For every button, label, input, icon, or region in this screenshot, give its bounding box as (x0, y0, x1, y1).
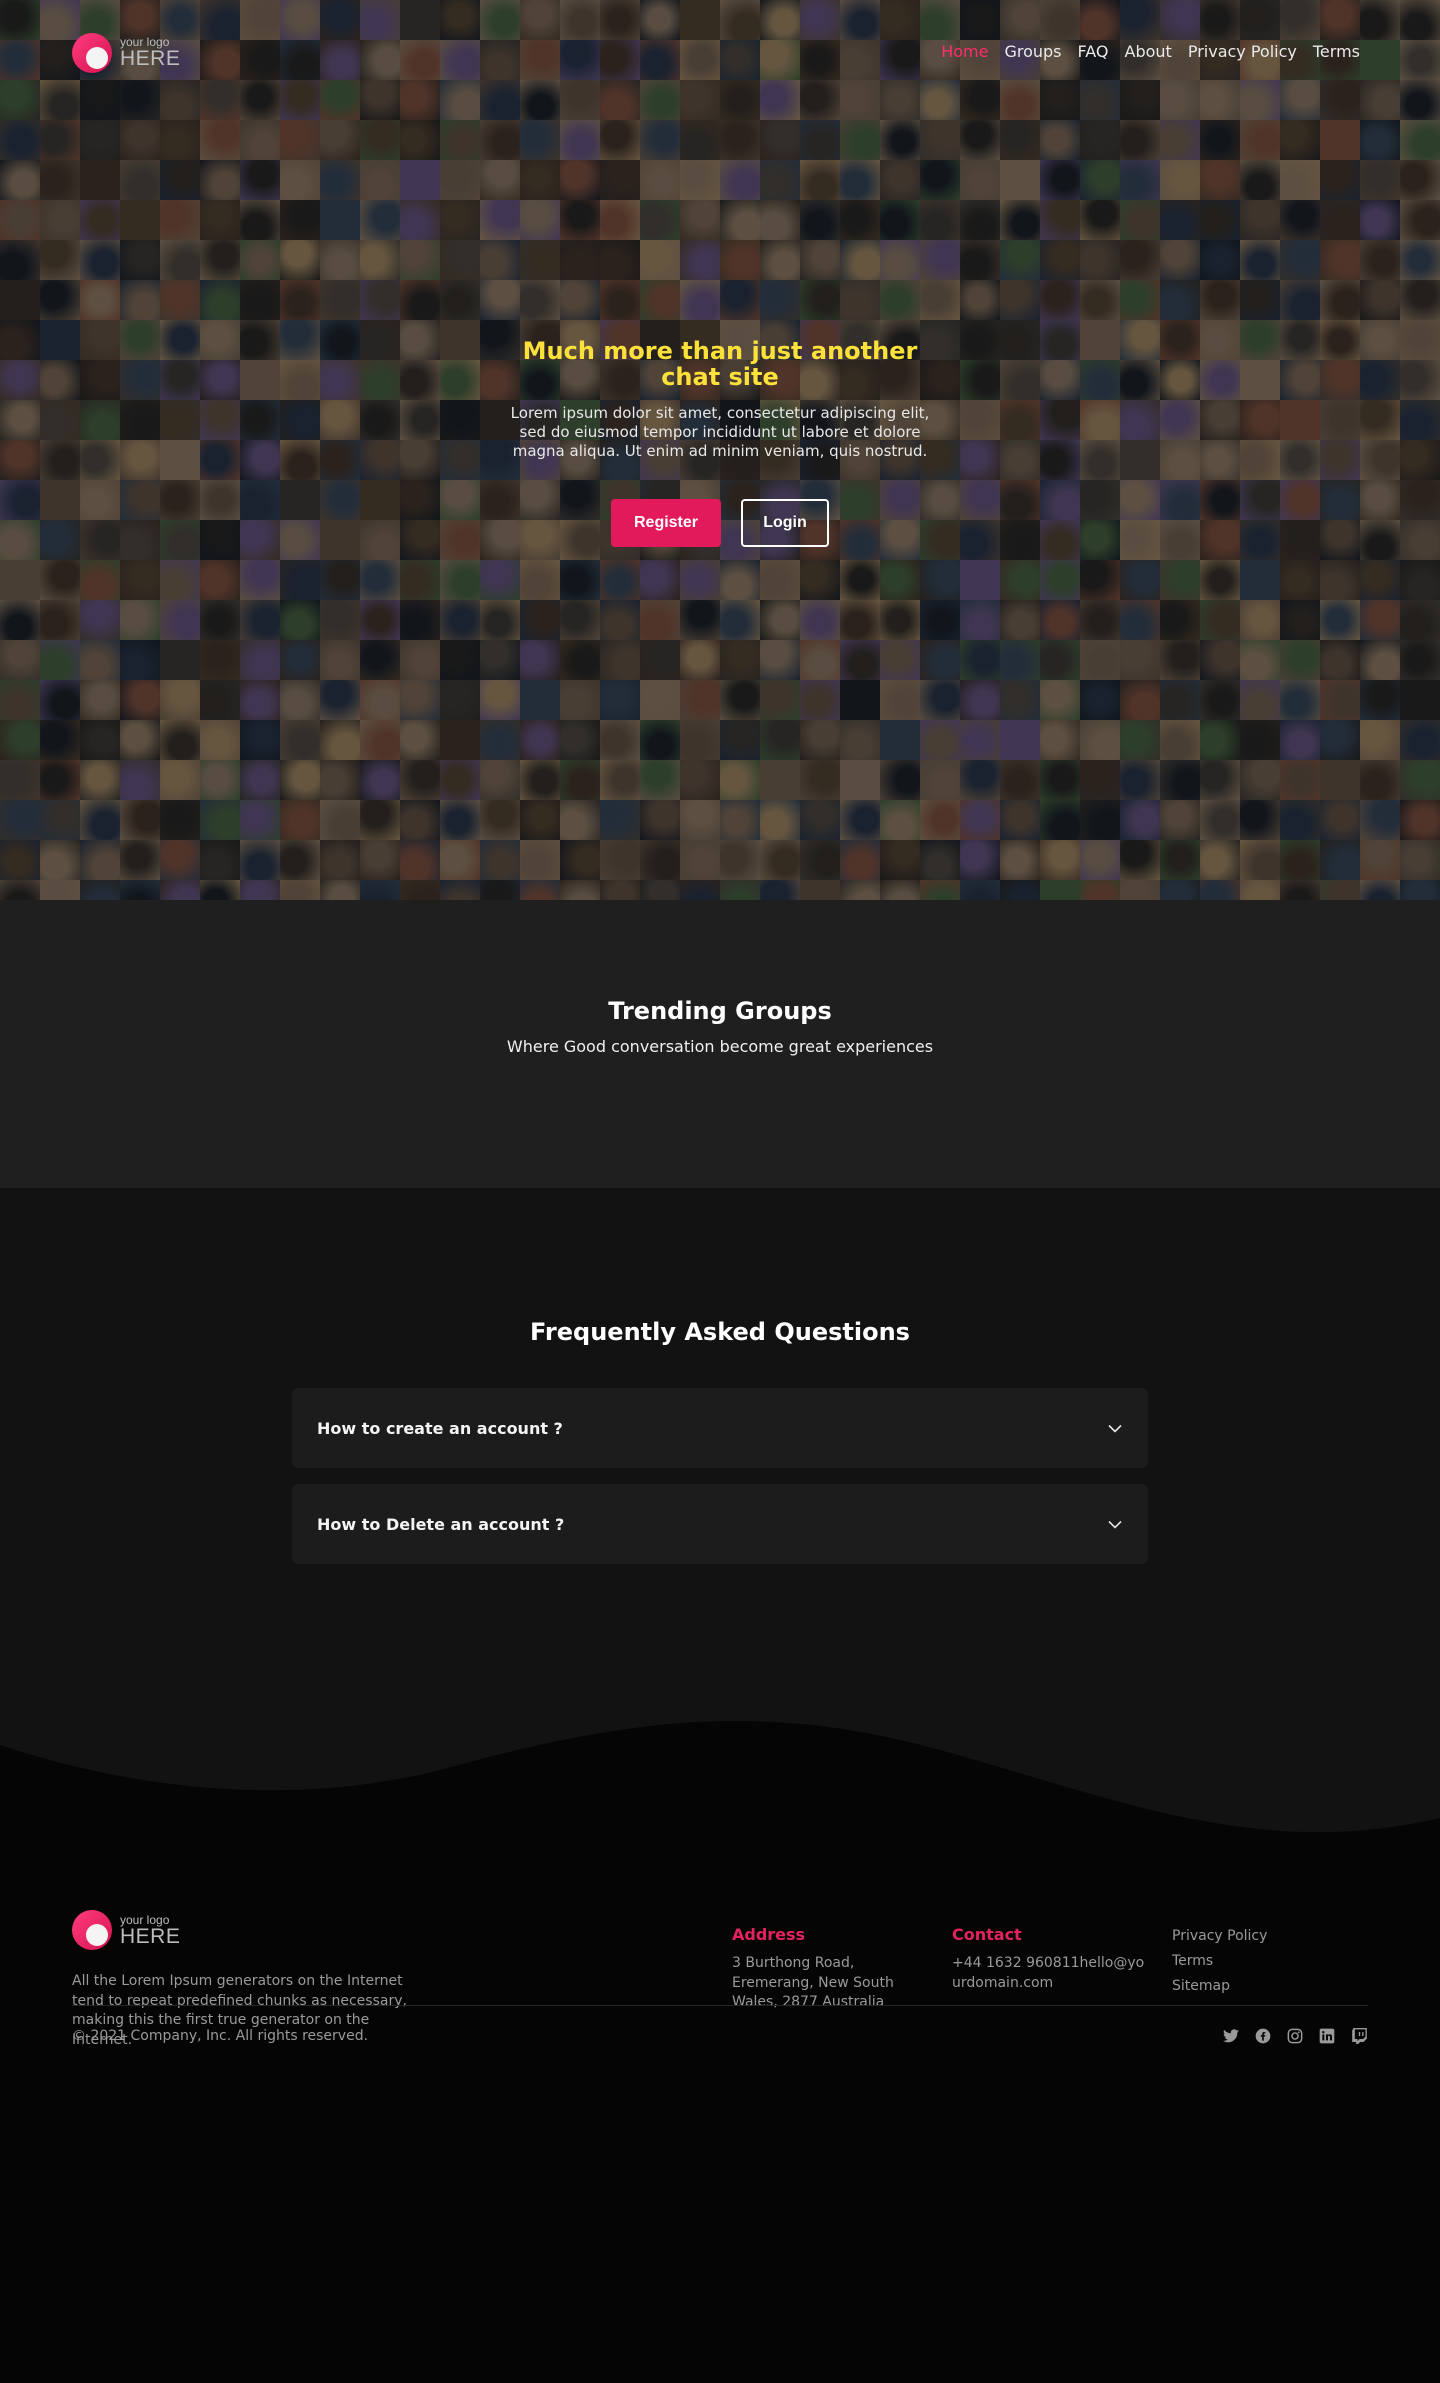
contact-heading: Contact (952, 1925, 1022, 1944)
address-text: 3 Burthong Road, Eremerang, New South Wa… (732, 1955, 894, 2010)
nav-link-about[interactable]: About (1125, 42, 1172, 61)
faq-question: How to create an account ? (317, 1418, 563, 1438)
linkedin-icon[interactable] (1318, 2027, 1336, 2045)
site-footer: your logo HERE All the Lorem Ipsum gener… (0, 1870, 1440, 2383)
chevron-down-icon (1108, 1424, 1122, 1433)
nav-links: Home Groups FAQ About Privacy Policy Ter… (941, 42, 1360, 61)
top-navigation: your logo HERE Home Groups FAQ About Pri… (0, 0, 1440, 105)
hero-title: Much more than just another chat site (522, 337, 918, 391)
facebook-icon[interactable] (1254, 2027, 1272, 2045)
footer-link-privacy-policy[interactable]: Privacy Policy (1172, 1928, 1368, 1944)
footer-bottom: © 2021 Company, Inc. All rights reserved… (72, 2027, 1368, 2045)
faq-question: How to Delete an account ? (317, 1514, 565, 1534)
logo-text: your logo HERE (120, 1914, 180, 1947)
footer-divider (72, 2005, 1368, 2006)
hero-content: Much more than just another chat site Lo… (510, 338, 930, 547)
logo-icon (72, 32, 112, 73)
wave-shape (0, 1721, 1440, 1870)
nav-link-terms[interactable]: Terms (1313, 42, 1360, 61)
hero-description: Lorem ipsum dolor sit amet, consectetur … (510, 404, 930, 460)
address-heading: Address (732, 1925, 806, 1944)
footer-logo[interactable]: your logo HERE (72, 1910, 422, 1950)
logo-big-text: HERE (120, 1924, 181, 1948)
footer-wave-divider (0, 1710, 1440, 1870)
footer-link-terms[interactable]: Terms (1172, 1953, 1368, 1969)
nav-link-home[interactable]: Home (941, 42, 988, 61)
trending-groups-section: Trending Groups Where Good conversation … (0, 900, 1440, 1188)
twitter-icon[interactable] (1222, 2027, 1240, 2045)
instagram-icon[interactable] (1286, 2027, 1304, 2045)
logo-big-text: HERE (120, 47, 181, 70)
footer-link-sitemap[interactable]: Sitemap (1172, 1978, 1368, 1994)
faq-list: How to create an account ? How to Delete… (292, 1388, 1148, 1564)
faq-item[interactable]: How to Delete an account ? (292, 1484, 1148, 1564)
trending-title: Trending Groups (608, 997, 832, 1025)
logo-text: your logo HERE (120, 36, 180, 69)
faq-section: Frequently Asked Questions How to create… (0, 1188, 1440, 1710)
faq-item[interactable]: How to create an account ? (292, 1388, 1148, 1468)
social-links (1222, 2027, 1368, 2045)
register-button[interactable]: Register (611, 499, 721, 547)
trending-subtitle: Where Good conversation become great exp… (506, 1037, 934, 1056)
chevron-down-icon (1108, 1520, 1122, 1529)
contact-text: +44 1632 960811hello@yourdomain.com (952, 1955, 1145, 1991)
login-button[interactable]: Login (741, 499, 829, 547)
logo-small-text: your logo (120, 1912, 170, 1927)
hero-section: your logo HERE Home Groups FAQ About Pri… (0, 0, 1440, 900)
nav-link-faq[interactable]: FAQ (1078, 42, 1109, 61)
twitch-icon[interactable] (1350, 2027, 1368, 2045)
site-logo[interactable]: your logo HERE (72, 32, 180, 73)
hero-buttons: Register Login (510, 499, 930, 547)
nav-link-privacy-policy[interactable]: Privacy Policy (1188, 42, 1297, 61)
copyright-text: © 2021 Company, Inc. All rights reserved… (72, 2028, 369, 2044)
faq-title: Frequently Asked Questions (530, 1318, 910, 1346)
nav-link-groups[interactable]: Groups (1004, 42, 1061, 61)
logo-icon (72, 1910, 112, 1950)
